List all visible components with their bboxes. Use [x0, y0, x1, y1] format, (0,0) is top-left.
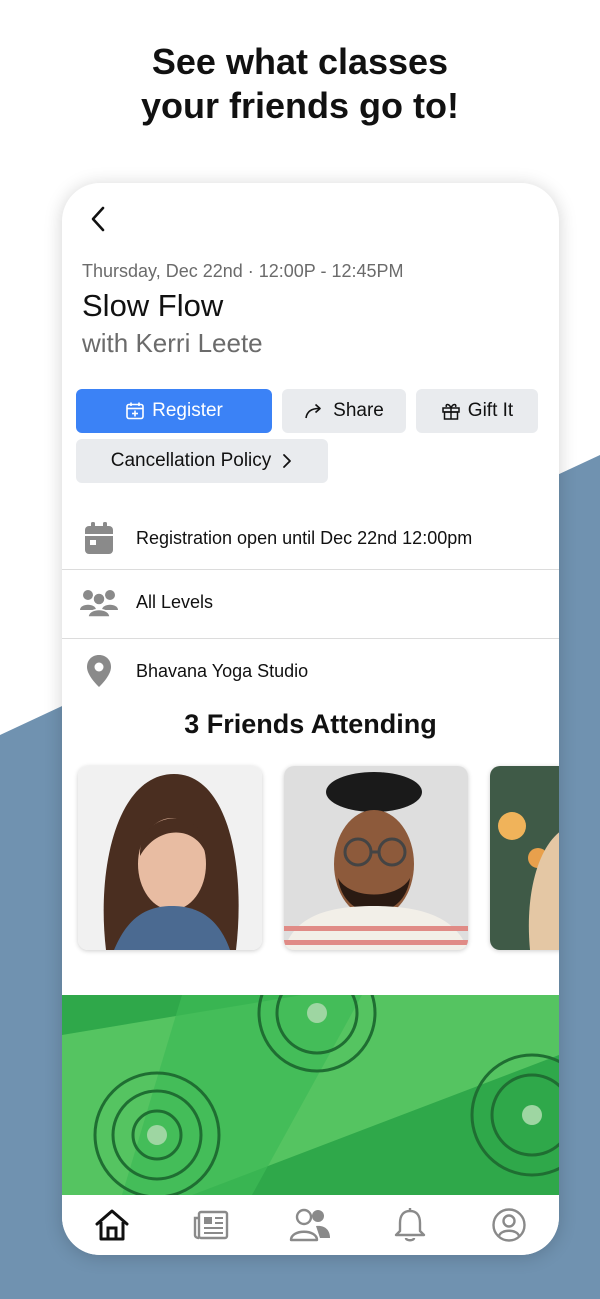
calendar-add-icon — [126, 402, 144, 420]
tab-home[interactable] — [82, 1201, 142, 1249]
bottom-tab-bar — [62, 1195, 559, 1255]
cancellation-policy-button[interactable]: Cancellation Policy — [76, 439, 328, 483]
class-instructor: with Kerri Leete — [82, 328, 263, 358]
cancellation-label: Cancellation Policy — [110, 450, 272, 471]
class-datetime: Thursday, Dec 22nd · 12:00P - 12:45PM — [82, 261, 404, 281]
friend-photo — [284, 766, 468, 950]
location-text: Bhavana Yoga Studio — [136, 660, 309, 681]
location-row[interactable]: Bhavana Yoga Studio — [62, 638, 559, 704]
headline-line-1: See what classes — [151, 41, 449, 82]
tab-profile[interactable] — [479, 1201, 539, 1249]
profile-icon — [492, 1208, 526, 1242]
share-arrow-icon — [305, 403, 321, 419]
location-pin-icon — [87, 655, 111, 687]
registration-text: Registration open until Dec 22nd 12:00pm — [136, 527, 473, 548]
registration-row: Registration open until Dec 22nd 12:00pm — [62, 505, 559, 571]
friends-title: 3 Friends Attending — [184, 709, 437, 739]
home-icon — [95, 1209, 129, 1241]
tab-news[interactable] — [181, 1201, 241, 1249]
register-label: Register — [152, 400, 223, 421]
gift-icon — [442, 403, 460, 420]
share-button[interactable]: Share — [282, 389, 406, 433]
calendar-icon — [85, 522, 113, 554]
friend-avatar-1[interactable] — [78, 766, 262, 950]
class-banner-image — [62, 995, 559, 1195]
newspaper-icon — [193, 1210, 229, 1240]
gift-label: Gift It — [467, 400, 514, 421]
group-icon — [80, 590, 118, 618]
level-text: All Levels — [136, 591, 214, 612]
back-button[interactable] — [84, 203, 114, 235]
friend-photo — [490, 766, 559, 950]
people-icon — [290, 1208, 331, 1242]
level-row: All Levels — [62, 569, 559, 635]
chevron-right-icon — [283, 454, 292, 468]
banner-photo — [62, 995, 559, 1195]
bell-icon — [394, 1208, 426, 1242]
tab-notifications[interactable] — [380, 1201, 440, 1249]
share-label: Share — [333, 400, 384, 421]
phone-screen: Thursday, Dec 22nd · 12:00P - 12:45PM Sl… — [62, 183, 559, 1255]
friend-avatar-2[interactable] — [284, 766, 468, 950]
friend-photo — [78, 766, 262, 950]
promo-headline: See what classes your friends go to! — [0, 40, 600, 128]
gift-button[interactable]: Gift It — [416, 389, 538, 433]
tab-friends[interactable] — [280, 1201, 340, 1249]
friend-avatar-3[interactable] — [490, 766, 559, 950]
class-title: Slow Flow — [82, 288, 224, 323]
headline-line-2: your friends go to! — [141, 85, 459, 126]
chevron-left-icon — [91, 206, 105, 232]
register-button[interactable]: Register — [76, 389, 272, 433]
